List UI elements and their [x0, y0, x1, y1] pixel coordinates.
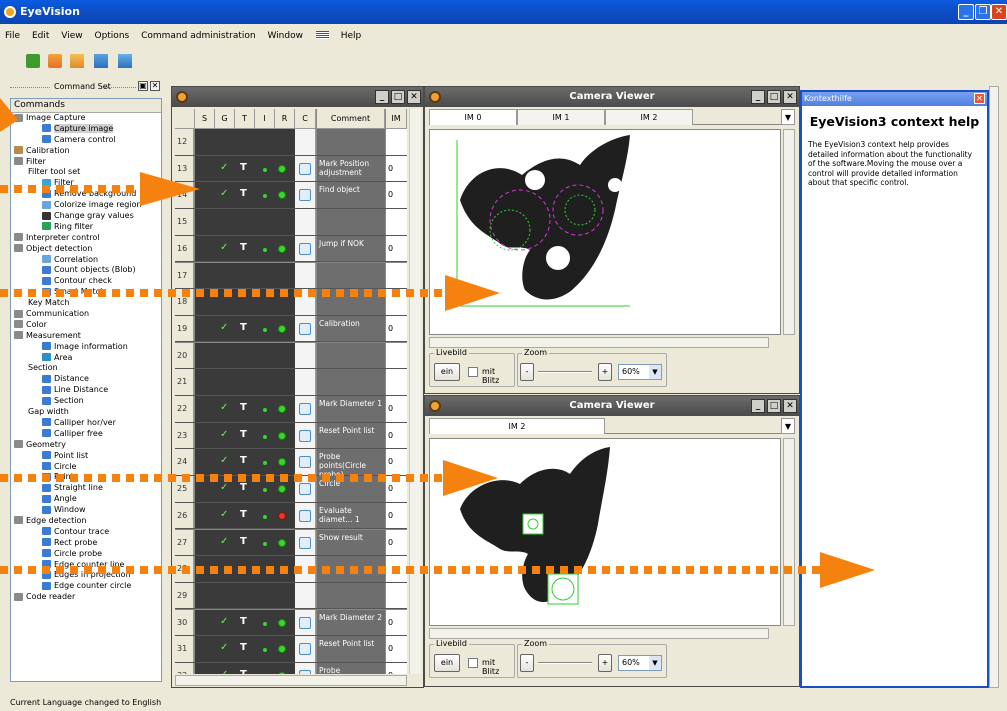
annotation-arrows — [0, 98, 875, 588]
app-window: EyeVision _ ❐ ✕ File Edit View Options C… — [0, 0, 1007, 711]
arrow-head-1 — [0, 98, 18, 132]
